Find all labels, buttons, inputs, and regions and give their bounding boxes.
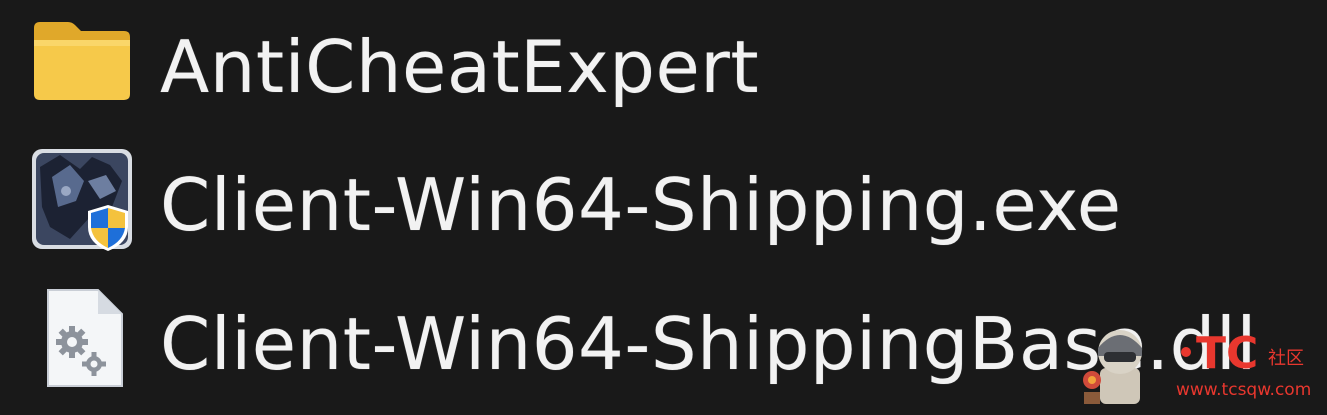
- watermark-logo: TC 社区: [1172, 324, 1322, 380]
- dll-gear-file-icon: [30, 286, 134, 390]
- watermark-url: www.tcsqw.com: [1176, 380, 1312, 400]
- file-row-client-exe[interactable]: Client-Win64-Shipping.exe: [0, 139, 1327, 275]
- file-name-label: AntiCheatExpert: [160, 25, 760, 109]
- watermark: TC 社区 www.tcsqw.com: [1080, 318, 1320, 410]
- folder-icon: [30, 14, 134, 118]
- mascot-icon: [1080, 318, 1168, 410]
- svg-text:TC: TC: [1196, 328, 1258, 379]
- file-row-anticheatexpert[interactable]: AntiCheatExpert: [0, 0, 1327, 136]
- executable-shield-icon: [30, 147, 134, 251]
- svg-text:社区: 社区: [1268, 348, 1304, 369]
- file-name-label: Client-Win64-Shipping.exe: [160, 163, 1122, 247]
